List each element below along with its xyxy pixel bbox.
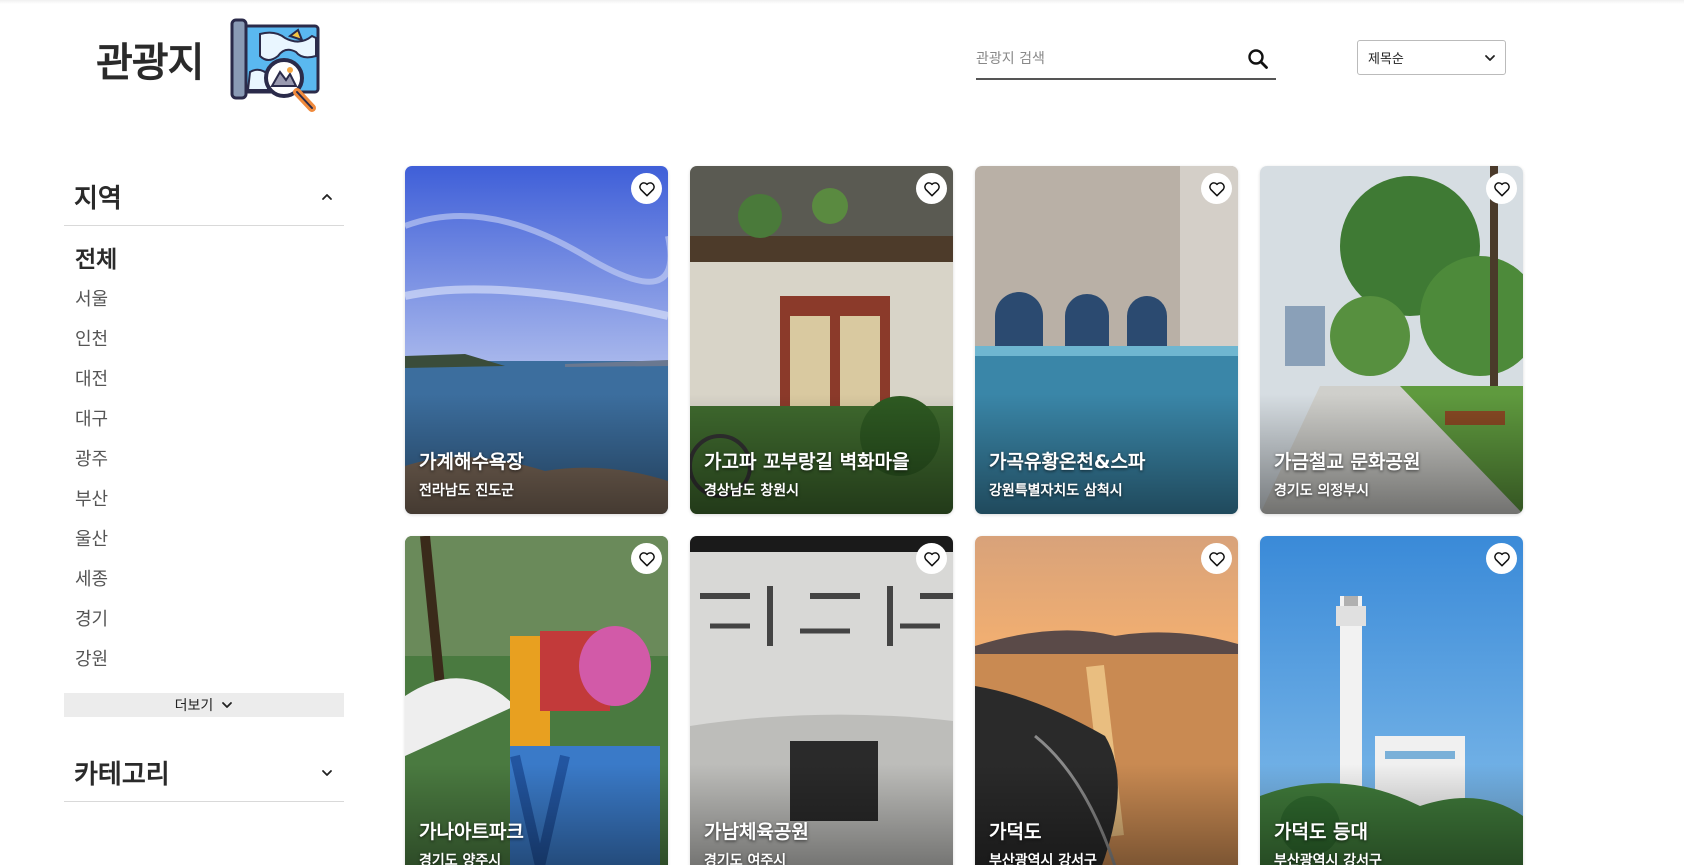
chevron-down-icon[interactable]: [320, 766, 334, 780]
region-item-seoul[interactable]: 서울: [75, 280, 344, 320]
card-location: 경기도 양주시: [419, 853, 502, 865]
favorite-button[interactable]: [631, 173, 662, 204]
heart-icon: [1208, 551, 1225, 566]
heart-icon: [1493, 551, 1510, 566]
show-more-label: 더보기: [174, 698, 214, 714]
card-title: 가곡유황온천&스파: [989, 451, 1146, 473]
region-item-ulsan[interactable]: 울산: [75, 520, 344, 560]
attraction-card[interactable]: 가금철교 문화공원 경기도 의정부시: [1260, 166, 1523, 514]
filter-sidebar: 지역 전체 서울 인천 대전 대구 광주 부산 울산 세종 경기 강원 더보기 …: [64, 168, 344, 802]
attraction-card[interactable]: 가나아트파크 경기도 양주시: [405, 536, 668, 865]
card-title: 가나아트파크: [419, 821, 524, 843]
region-section-header[interactable]: 지역: [64, 168, 344, 226]
search-bar: [976, 40, 1276, 80]
category-section-title: 카테고리: [74, 760, 170, 790]
card-location: 경기도 여주시: [704, 853, 787, 865]
attraction-card[interactable]: 가계해수욕장 전라남도 진도군: [405, 166, 668, 514]
heart-icon: [1493, 181, 1510, 196]
chevron-down-icon: [1485, 54, 1495, 61]
heart-icon: [923, 181, 940, 196]
sort-selected-value: 제목순: [1368, 52, 1404, 67]
heart-icon: [638, 181, 655, 196]
region-item-gwangju[interactable]: 광주: [75, 440, 344, 480]
search-input[interactable]: [976, 51, 1246, 67]
card-title: 가계해수욕장: [419, 451, 524, 473]
sort-select[interactable]: 제목순: [1357, 40, 1506, 75]
card-title: 가덕도 등대: [1274, 821, 1369, 843]
heart-icon: [923, 551, 940, 566]
card-location: 부산광역시 강서구: [989, 853, 1097, 865]
card-title: 가고파 꼬부랑길 벽화마을: [704, 451, 910, 473]
search-icon[interactable]: [1246, 47, 1270, 71]
top-shadow: [0, 0, 1684, 4]
show-more-button[interactable]: 더보기: [64, 693, 344, 717]
heart-icon: [1208, 181, 1225, 196]
attraction-card[interactable]: 가곡유황온천&스파 강원특별자치도 삼척시: [975, 166, 1238, 514]
favorite-button[interactable]: [916, 543, 947, 574]
region-item-incheon[interactable]: 인천: [75, 320, 344, 360]
favorite-button[interactable]: [1486, 173, 1517, 204]
card-title: 가금철교 문화공원: [1274, 451, 1421, 473]
attraction-card[interactable]: 가덕도 등대 부산광역시 강서구: [1260, 536, 1523, 865]
attraction-card[interactable]: 가고파 꼬부랑길 벽화마을 경상남도 창원시: [690, 166, 953, 514]
category-section-header[interactable]: 카테고리: [64, 744, 344, 802]
map-search-logo-icon: [230, 18, 320, 112]
region-item-daegu[interactable]: 대구: [75, 400, 344, 440]
chevron-down-icon: [222, 702, 233, 708]
region-item-all[interactable]: 전체: [75, 240, 344, 280]
favorite-button[interactable]: [631, 543, 662, 574]
favorite-button[interactable]: [1201, 173, 1232, 204]
logo-text: 관광지: [96, 40, 204, 86]
card-location: 경상남도 창원시: [704, 483, 800, 499]
chevron-up-icon[interactable]: [320, 190, 334, 204]
attraction-card[interactable]: 가덕도 부산광역시 강서구: [975, 536, 1238, 865]
region-item-busan[interactable]: 부산: [75, 480, 344, 520]
card-title: 가덕도: [989, 821, 1042, 843]
region-item-gangwon[interactable]: 강원: [75, 640, 344, 680]
region-item-sejong[interactable]: 세종: [75, 560, 344, 600]
region-item-gyeonggi[interactable]: 경기: [75, 600, 344, 640]
region-item-daejeon[interactable]: 대전: [75, 360, 344, 400]
card-title: 가남체육공원: [704, 821, 809, 843]
favorite-button[interactable]: [916, 173, 947, 204]
heart-icon: [638, 551, 655, 566]
favorite-button[interactable]: [1486, 543, 1517, 574]
region-section-title: 지역: [74, 184, 122, 214]
card-location: 강원특별자치도 삼척시: [989, 483, 1123, 499]
card-location: 전라남도 진도군: [419, 483, 515, 499]
card-location: 경기도 의정부시: [1274, 483, 1370, 499]
site-logo[interactable]: 관광지: [96, 18, 320, 112]
attraction-card[interactable]: 가남체육공원 경기도 여주시: [690, 536, 953, 865]
card-location: 부산광역시 강서구: [1274, 853, 1382, 865]
region-list: 전체 서울 인천 대전 대구 광주 부산 울산 세종 경기 강원: [64, 226, 344, 680]
favorite-button[interactable]: [1201, 543, 1232, 574]
